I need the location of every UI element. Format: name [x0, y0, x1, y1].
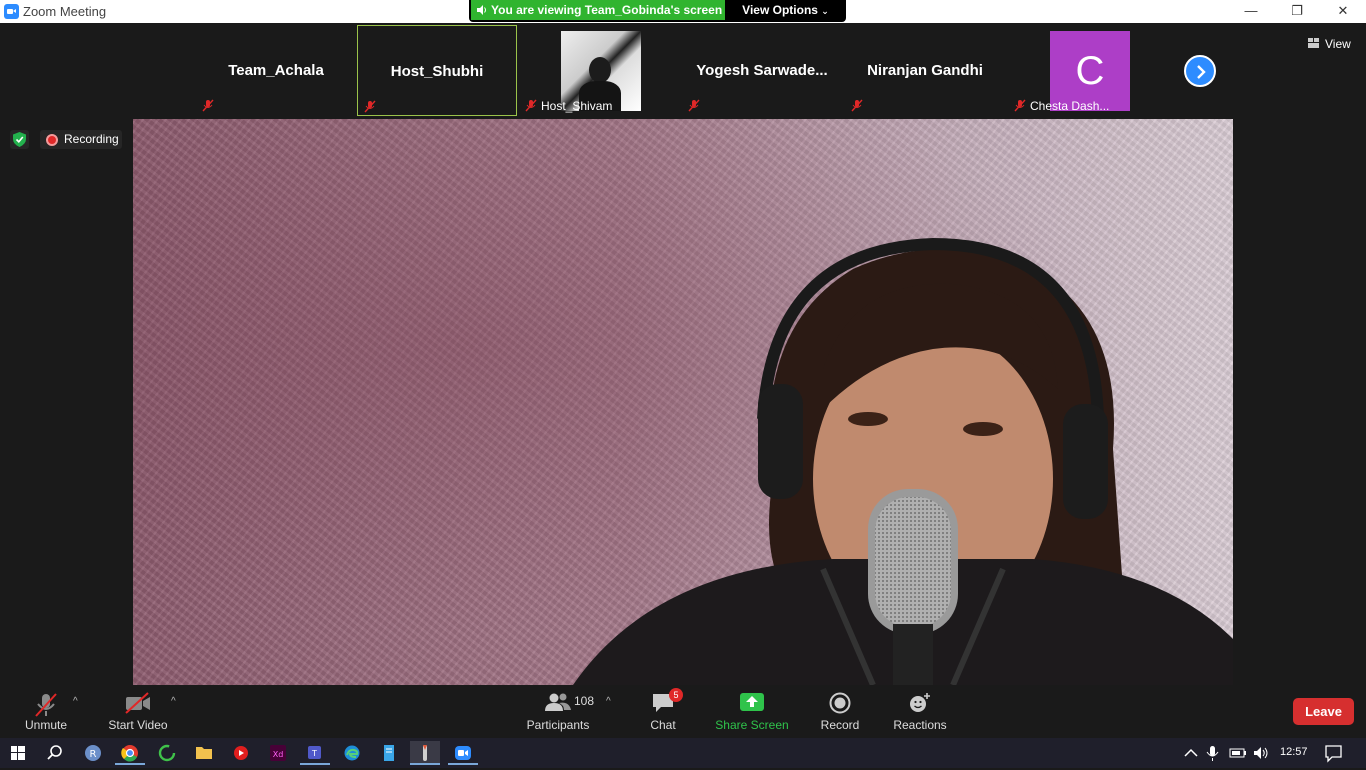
muted-mic-icon [364, 100, 376, 113]
meeting-toolbar: Unmute ^ Start Video ^ Participants 108 … [0, 686, 1366, 738]
view-options-button[interactable]: View Options ⌄ [725, 0, 846, 20]
record-icon [829, 692, 851, 714]
notifications-icon[interactable] [1318, 741, 1348, 765]
participants-options-caret[interactable]: ^ [606, 696, 611, 707]
svg-text:Xd: Xd [273, 750, 284, 759]
shield-check-icon [13, 132, 26, 147]
muted-mic-icon [1014, 99, 1026, 112]
participants-count: 108 [574, 694, 595, 708]
muted-mic-icon [202, 99, 214, 112]
svg-text:T: T [311, 749, 317, 758]
windows-start-icon[interactable] [3, 741, 33, 765]
main-video [133, 119, 1233, 685]
participant-thumb[interactable]: Host_Shubhi [357, 25, 517, 116]
participant-name: Niranjan Gandhi [867, 62, 983, 79]
participants-label: Participants [526, 718, 590, 732]
participants-icon [545, 693, 571, 711]
share-screen-button[interactable]: Share Screen [712, 686, 792, 736]
participant-thumb[interactable]: C Chesta Dash... [1008, 25, 1168, 116]
participant-thumb[interactable]: Host_Shivam [519, 25, 679, 116]
restore-button[interactable]: ❐ [1274, 0, 1320, 23]
view-button[interactable]: View [1302, 34, 1360, 54]
video-options-caret[interactable]: ^ [171, 696, 176, 707]
unmute-button[interactable]: Unmute [16, 686, 76, 736]
chevron-right-icon [1197, 65, 1206, 79]
viewing-text: You are viewing Team_Gobinda's screen [491, 3, 723, 17]
window-title: Zoom Meeting [23, 4, 107, 19]
teams-icon[interactable]: T [300, 741, 330, 765]
record-button[interactable]: Record [815, 686, 865, 736]
record-label: Record [820, 718, 860, 732]
profile-letter: R [90, 749, 97, 760]
recording-dot-icon [46, 134, 58, 146]
grid-view-icon [1308, 38, 1319, 48]
file-explorer-icon[interactable] [189, 741, 219, 765]
chrome-icon[interactable] [115, 741, 145, 765]
search-icon[interactable] [40, 741, 70, 765]
adobe-xd-icon[interactable]: Xd [263, 741, 293, 765]
notepad-icon[interactable] [374, 741, 404, 765]
screen-share-banner: You are viewing Team_Gobinda's screen Vi… [469, 0, 846, 22]
participant-thumb[interactable]: Team_Achala [196, 25, 356, 116]
windows-taskbar: R Xd T 12:57 [0, 738, 1366, 768]
viewing-indicator: You are viewing Team_Gobinda's screen [471, 0, 725, 20]
muted-mic-icon [688, 99, 700, 112]
participant-name: Chesta Dash... [1030, 99, 1110, 113]
recording-indicator[interactable]: Recording [40, 130, 122, 149]
share-screen-icon [740, 693, 764, 711]
muted-mic-icon [525, 99, 537, 112]
muted-mic-icon [851, 99, 863, 112]
refresh-app-icon[interactable] [152, 741, 182, 765]
reactions-label: Reactions [893, 718, 947, 732]
zoom-app-icon [4, 4, 19, 19]
chevron-down-icon: ⌄ [821, 6, 829, 16]
reactions-button[interactable]: Reactions [890, 686, 950, 736]
video-off-icon [125, 692, 150, 714]
speaker-icon [477, 5, 486, 15]
audio-options-caret[interactable]: ^ [73, 696, 78, 707]
encryption-indicator[interactable] [10, 130, 29, 149]
edge-icon[interactable] [337, 741, 367, 765]
muted-mic-icon [35, 693, 57, 717]
profile-app-icon[interactable]: R [78, 741, 108, 765]
participant-name: Team_Achala [228, 62, 324, 79]
participant-name: Yogesh Sarwade... [696, 62, 828, 79]
taskbar-clock[interactable]: 12:57 [1280, 746, 1308, 758]
participant-thumb[interactable]: Niranjan Gandhi [845, 25, 1005, 116]
start-video-label: Start Video [108, 718, 168, 732]
view-label: View [1325, 37, 1351, 51]
participant-thumb[interactable]: Yogesh Sarwade... [682, 25, 842, 116]
recording-label: Recording [64, 132, 119, 146]
leave-button[interactable]: Leave [1293, 698, 1354, 725]
participant-name: Host_Shivam [541, 99, 613, 113]
participant-strip: Team_Achala Host_Shubhi Host_Shivam Yoge… [196, 25, 1170, 118]
minimize-button[interactable]: — [1228, 0, 1274, 23]
view-options-label: View Options [742, 3, 818, 17]
close-button[interactable]: ✕ [1320, 0, 1366, 23]
chat-label: Chat [650, 718, 676, 732]
next-page-button[interactable] [1184, 55, 1216, 87]
chat-unread-badge: 5 [669, 688, 683, 702]
unmute-label: Unmute [24, 718, 68, 732]
speaker-video-feed [573, 237, 1233, 685]
media-player-icon[interactable] [226, 741, 256, 765]
participant-name: Host_Shubhi [390, 63, 484, 80]
share-screen-label: Share Screen [715, 718, 789, 732]
reactions-icon [910, 693, 930, 712]
start-video-button[interactable]: Start Video [106, 686, 170, 736]
volume-icon[interactable] [1246, 741, 1276, 765]
paint-app-icon[interactable] [410, 741, 440, 765]
zoom-taskbar-icon[interactable] [448, 741, 478, 765]
